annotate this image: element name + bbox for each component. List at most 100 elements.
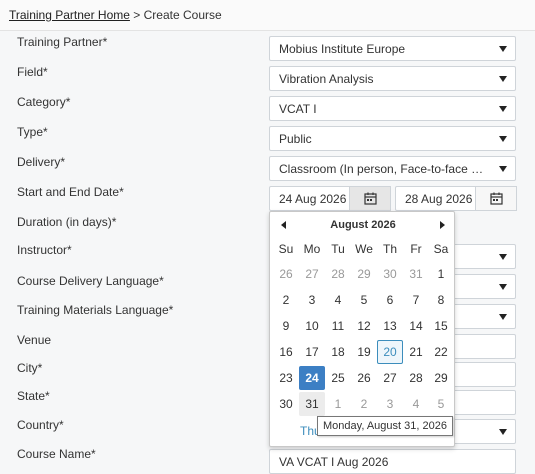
end-date-value: 28 Aug 2026 xyxy=(405,192,473,206)
type-select[interactable]: Public xyxy=(269,126,516,151)
calendar-day[interactable]: 18 xyxy=(325,340,351,364)
calendar-day[interactable]: 1 xyxy=(428,262,454,286)
chevron-down-icon xyxy=(499,76,507,82)
calendar-day[interactable]: 25 xyxy=(325,366,351,390)
calendar-day[interactable]: 10 xyxy=(299,314,325,338)
weekday-we: We xyxy=(355,242,373,256)
start-date-value: 24 Aug 2026 xyxy=(279,192,347,206)
chevron-down-icon xyxy=(499,166,507,172)
date-tooltip: Monday, August 31, 2026 xyxy=(317,416,453,436)
calendar-day[interactable]: 2 xyxy=(351,392,377,416)
breadcrumb-current: Create Course xyxy=(143,8,222,22)
calendar-day[interactable]: 3 xyxy=(377,392,403,416)
category-label: Category* xyxy=(17,95,71,109)
calendar-day[interactable]: 16 xyxy=(273,340,299,364)
calendar-day[interactable]: 20 xyxy=(377,340,403,364)
delivery-select[interactable]: Classroom (In person, Face-to-face sess.… xyxy=(269,156,516,181)
materials-language-label: Training Materials Language* xyxy=(17,303,174,317)
calendar-day[interactable]: 6 xyxy=(377,288,403,312)
calendar-day[interactable]: 31 xyxy=(299,392,325,416)
calendar-day[interactable]: 12 xyxy=(351,314,377,338)
weekday-th: Th xyxy=(382,242,397,256)
calendar-day[interactable]: 15 xyxy=(428,314,454,338)
course-name-label: Course Name* xyxy=(17,447,96,461)
calendar-day[interactable]: 24 xyxy=(299,366,325,390)
calendar-day[interactable]: 27 xyxy=(377,366,403,390)
chevron-down-icon xyxy=(499,106,507,112)
chevron-down-icon xyxy=(499,429,507,435)
city-label: City* xyxy=(17,361,43,375)
dates-label: Start and End Date* xyxy=(17,185,124,199)
datepicker-popup: August 2026 Su Mo Tu We Th Fr Sa 26 27 28 29 30 31 1… xyxy=(269,211,455,447)
training-partner-label: Training Partner* xyxy=(17,35,108,49)
calendar-icon xyxy=(363,192,377,205)
breadcrumb-separator: > xyxy=(129,8,144,22)
calendar-day[interactable]: 30 xyxy=(273,392,299,416)
breadcrumb: Training Partner Home > Create Course xyxy=(0,0,535,31)
training-partner-select[interactable]: Mobius Institute Europe xyxy=(269,36,516,61)
calendar-day[interactable]: 5 xyxy=(428,392,454,416)
datepicker-month-title[interactable]: August 2026 xyxy=(270,219,456,231)
next-month-icon[interactable] xyxy=(440,221,445,229)
instructor-label: Instructor* xyxy=(17,243,72,257)
calendar-day[interactable]: 26 xyxy=(351,366,377,390)
training-partner-value: Mobius Institute Europe xyxy=(279,42,406,56)
calendar-day[interactable]: 29 xyxy=(351,262,377,286)
calendar-day[interactable]: 19 xyxy=(351,340,377,364)
course-name-input[interactable]: VA VCAT I Aug 2026 xyxy=(269,449,516,474)
weekday-sa: Sa xyxy=(433,242,449,256)
calendar-day[interactable]: 3 xyxy=(299,288,325,312)
calendar-day[interactable]: 13 xyxy=(377,314,403,338)
calendar-day[interactable]: 30 xyxy=(377,262,403,286)
delivery-value: Classroom (In person, Face-to-face sess.… xyxy=(279,162,506,176)
calendar-day[interactable]: 23 xyxy=(273,366,299,390)
calendar-day[interactable]: 1 xyxy=(325,392,351,416)
calendar-day[interactable]: 9 xyxy=(273,314,299,338)
chevron-down-icon xyxy=(499,46,507,52)
delivery-label: Delivery* xyxy=(17,155,66,169)
calendar-day[interactable]: 28 xyxy=(325,262,351,286)
type-value: Public xyxy=(279,132,312,146)
calendar-day[interactable]: 2 xyxy=(273,288,299,312)
chevron-down-icon xyxy=(499,314,507,320)
field-value: Vibration Analysis xyxy=(279,72,374,86)
calendar-day[interactable]: 17 xyxy=(299,340,325,364)
calendar-day[interactable]: 11 xyxy=(325,314,351,338)
course-name-value: VA VCAT I Aug 2026 xyxy=(279,455,389,469)
venue-label: Venue xyxy=(17,333,52,347)
calendar-day[interactable]: 4 xyxy=(325,288,351,312)
start-date-input[interactable]: 24 Aug 2026 xyxy=(269,186,391,211)
calendar-day[interactable]: 31 xyxy=(403,262,429,286)
field-select[interactable]: Vibration Analysis xyxy=(269,66,516,91)
calendar-day[interactable]: 14 xyxy=(403,314,429,338)
calendar-day[interactable]: 28 xyxy=(403,366,429,390)
category-value: VCAT I xyxy=(279,102,317,116)
calendar-day[interactable]: 29 xyxy=(428,366,454,390)
state-label: State* xyxy=(17,389,50,403)
calendar-day[interactable]: 22 xyxy=(428,340,454,364)
calendar-day[interactable]: 26 xyxy=(273,262,299,286)
calendar-day[interactable]: 21 xyxy=(403,340,429,364)
calendar-day[interactable]: 27 xyxy=(299,262,325,286)
end-date-input[interactable]: 28 Aug 2026 xyxy=(395,186,517,211)
start-date-calendar-button[interactable] xyxy=(349,186,391,211)
field-label: Field* xyxy=(17,65,48,79)
type-label: Type* xyxy=(17,125,48,139)
calendar-icon xyxy=(489,192,503,205)
calendar-day[interactable]: 5 xyxy=(351,288,377,312)
calendar-day[interactable]: 4 xyxy=(403,392,429,416)
breadcrumb-home-link[interactable]: Training Partner Home xyxy=(9,8,130,22)
calendar-day[interactable]: 7 xyxy=(403,288,429,312)
chevron-down-icon xyxy=(499,284,507,290)
course-language-label: Course Delivery Language* xyxy=(17,274,164,288)
weekday-su: Su xyxy=(278,242,294,256)
chevron-down-icon xyxy=(499,254,507,260)
category-select[interactable]: VCAT I xyxy=(269,96,516,121)
end-date-calendar-button[interactable] xyxy=(475,186,517,211)
chevron-down-icon xyxy=(499,136,507,142)
calendar-day[interactable]: 8 xyxy=(428,288,454,312)
weekday-tu: Tu xyxy=(331,242,345,256)
datepicker-header: August 2026 xyxy=(270,212,456,238)
country-label: Country* xyxy=(17,418,64,432)
weekday-mo: Mo xyxy=(303,242,321,256)
